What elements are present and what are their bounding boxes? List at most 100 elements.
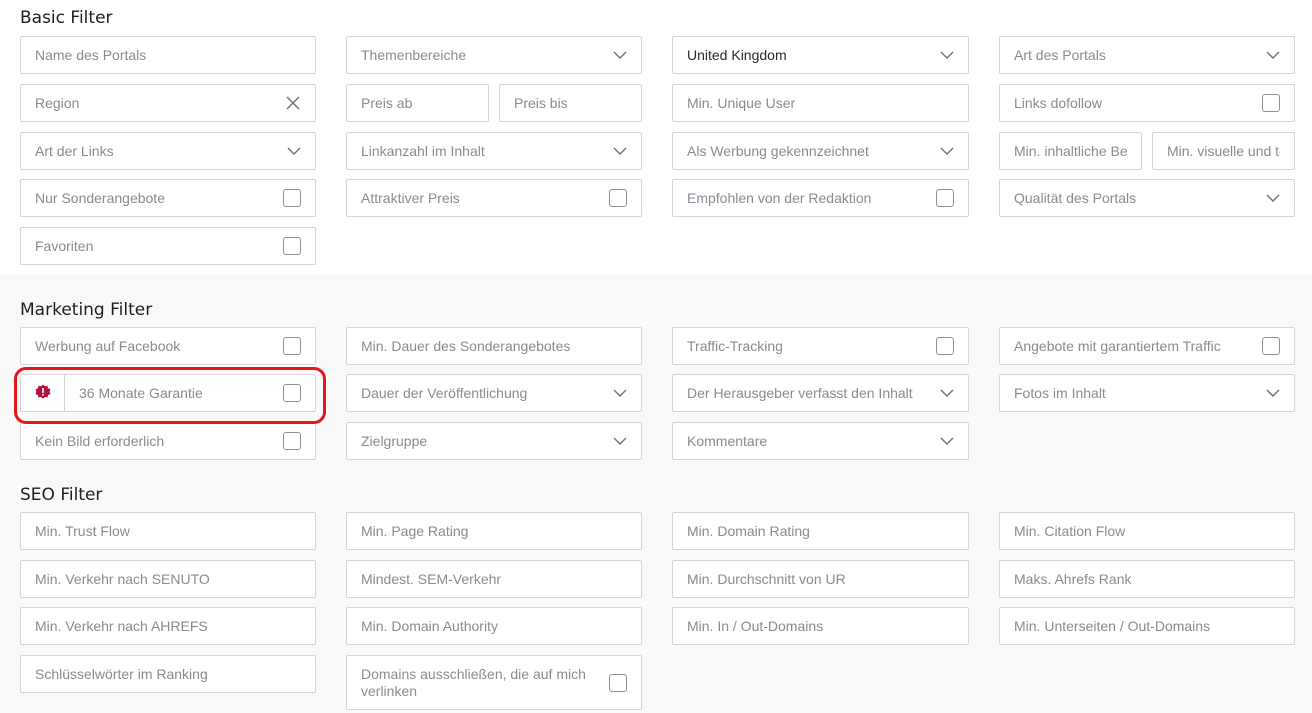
zielgruppe-label: Zielgruppe <box>361 433 428 449</box>
empfohlen-label: Empfohlen von der Redaktion <box>687 190 872 206</box>
page-rating-field[interactable] <box>361 523 627 539</box>
fotos-select[interactable]: Fotos im Inhalt <box>999 374 1295 412</box>
unterseiten-field[interactable] <box>1014 618 1280 634</box>
chevron-down-icon <box>940 48 954 62</box>
checkbox[interactable] <box>936 337 954 355</box>
senuto-input[interactable] <box>20 560 316 598</box>
min-visual-rating-input[interactable] <box>1152 132 1295 170</box>
werbung-facebook-label: Werbung auf Facebook <box>35 338 181 354</box>
qualitaet-select[interactable]: Qualität des Portals <box>999 179 1295 217</box>
chevron-down-icon <box>613 434 627 448</box>
favoriten-checkbox[interactable]: Favoriten <box>20 227 316 265</box>
links-dofollow-checkbox[interactable]: Links dofollow <box>999 84 1295 122</box>
chevron-down-icon <box>613 386 627 400</box>
marketing-filter-title: Marketing Filter <box>20 300 153 320</box>
sem-input[interactable] <box>346 560 642 598</box>
domain-authority-input[interactable] <box>346 607 642 645</box>
werbung-facebook-checkbox[interactable]: Werbung auf Facebook <box>20 327 316 365</box>
chevron-down-icon <box>1266 48 1280 62</box>
als-werbung-label: Als Werbung gekennzeichnet <box>687 143 869 159</box>
linkanzahl-select[interactable]: Linkanzahl im Inhalt <box>346 132 642 170</box>
chevron-down-icon <box>940 144 954 158</box>
min-visual-rating-field[interactable] <box>1167 143 1280 159</box>
min-unique-user-field[interactable] <box>687 95 954 111</box>
attraktiver-preis-checkbox[interactable]: Attraktiver Preis <box>346 179 642 217</box>
zielgruppe-select[interactable]: Zielgruppe <box>346 422 642 460</box>
exclude-domains-checkbox[interactable]: Domains ausschließen, die auf mich verli… <box>346 655 642 710</box>
chevron-down-icon <box>940 386 954 400</box>
portal-name-input[interactable] <box>20 36 316 74</box>
art-portal-label: Art des Portals <box>1014 47 1106 63</box>
garantierter-traffic-checkbox[interactable]: Angebote mit garantiertem Traffic <box>999 327 1295 365</box>
min-content-rating-field[interactable] <box>1014 143 1127 159</box>
price-from-field[interactable] <box>361 95 474 111</box>
ahrefs-rank-input[interactable] <box>999 560 1295 598</box>
trust-flow-input[interactable] <box>20 512 316 550</box>
chevron-down-icon <box>613 144 627 158</box>
senuto-field[interactable] <box>35 571 301 587</box>
ahrefs-traffic-input[interactable] <box>20 607 316 645</box>
empfohlen-checkbox[interactable]: Empfohlen von der Redaktion <box>672 179 969 217</box>
checkbox[interactable] <box>283 432 301 450</box>
price-from-input[interactable] <box>346 84 489 122</box>
ur-field[interactable] <box>687 571 954 587</box>
min-content-rating-input[interactable] <box>999 132 1142 170</box>
kein-bild-label: Kein Bild erforderlich <box>35 433 165 449</box>
links-dofollow-label: Links dofollow <box>1014 95 1102 111</box>
art-portal-select[interactable]: Art des Portals <box>999 36 1295 74</box>
kommentare-select[interactable]: Kommentare <box>672 422 969 460</box>
citation-flow-input[interactable] <box>999 512 1295 550</box>
page-rating-input[interactable] <box>346 512 642 550</box>
chevron-down-icon <box>1266 191 1280 205</box>
kommentare-label: Kommentare <box>687 433 768 449</box>
kein-bild-checkbox[interactable]: Kein Bild erforderlich <box>20 422 316 460</box>
checkbox[interactable] <box>283 237 301 255</box>
checkbox[interactable] <box>283 337 301 355</box>
sem-field[interactable] <box>361 571 627 587</box>
ahrefs-traffic-field[interactable] <box>35 618 301 634</box>
country-select[interactable]: United Kingdom <box>672 36 969 74</box>
keywords-field[interactable] <box>35 666 301 682</box>
country-value: United Kingdom <box>687 47 787 63</box>
ahrefs-rank-field[interactable] <box>1014 571 1280 587</box>
min-unique-user-input[interactable] <box>672 84 969 122</box>
trust-flow-field[interactable] <box>35 523 301 539</box>
citation-flow-field[interactable] <box>1014 523 1280 539</box>
domain-rating-field[interactable] <box>687 523 954 539</box>
price-to-input[interactable] <box>499 84 642 122</box>
checkbox[interactable] <box>283 189 301 207</box>
herausgeber-label: Der Herausgeber verfasst den Inhalt <box>687 385 913 401</box>
art-links-select[interactable]: Art der Links <box>20 132 316 170</box>
unterseiten-input[interactable] <box>999 607 1295 645</box>
fotos-label: Fotos im Inhalt <box>1014 385 1106 401</box>
checkbox[interactable] <box>609 189 627 207</box>
art-links-label: Art der Links <box>35 143 114 159</box>
domain-rating-input[interactable] <box>672 512 969 550</box>
traffic-tracking-checkbox[interactable]: Traffic-Tracking <box>672 327 969 365</box>
themen-select[interactable]: Themenbereiche <box>346 36 642 74</box>
chevron-down-icon <box>613 48 627 62</box>
checkbox[interactable] <box>936 189 954 207</box>
checkbox[interactable] <box>1262 94 1280 112</box>
nur-sonderangebote-checkbox[interactable]: Nur Sonderangebote <box>20 179 316 217</box>
herausgeber-select[interactable]: Der Herausgeber verfasst den Inhalt <box>672 374 969 412</box>
attraktiver-preis-label: Attraktiver Preis <box>361 190 460 206</box>
domain-authority-field[interactable] <box>361 618 627 634</box>
in-out-domains-field[interactable] <box>687 618 954 634</box>
keywords-input[interactable] <box>20 655 316 693</box>
min-dauer-sonder-input[interactable] <box>346 327 642 365</box>
ur-input[interactable] <box>672 560 969 598</box>
als-werbung-select[interactable]: Als Werbung gekennzeichnet <box>672 132 969 170</box>
marketing-seo-section: Marketing Filter Werbung auf Facebook Tr… <box>0 275 1312 713</box>
price-to-field[interactable] <box>514 95 627 111</box>
exclude-domains-label: Domains ausschließen, die auf mich verli… <box>361 665 586 699</box>
basic-filter-section: Basic Filter Themenbereiche United Kingd… <box>0 0 1312 275</box>
dauer-veroeffentlichung-select[interactable]: Dauer der Veröffentlichung <box>346 374 642 412</box>
portal-name-field[interactable] <box>35 47 301 63</box>
checkbox[interactable] <box>609 673 627 692</box>
region-select[interactable]: Region <box>20 84 316 122</box>
checkbox[interactable] <box>1262 337 1280 355</box>
in-out-domains-input[interactable] <box>672 607 969 645</box>
close-icon[interactable] <box>285 95 301 111</box>
min-dauer-sonder-field[interactable] <box>361 338 627 354</box>
